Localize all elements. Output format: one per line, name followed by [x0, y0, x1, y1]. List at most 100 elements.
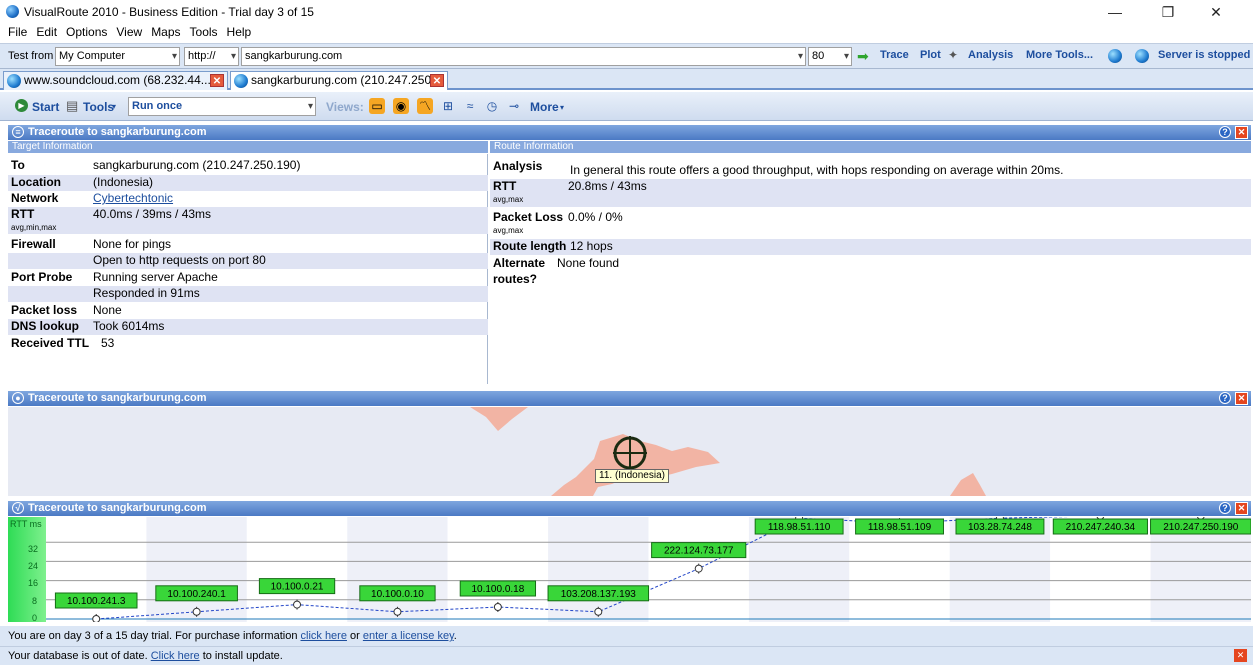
close-panel-icon[interactable]: ✕	[1235, 392, 1248, 405]
run-mode-value: Run once	[132, 100, 183, 112]
minimize-button[interactable]: —	[1095, 2, 1135, 22]
route-info: Analysis In general this route offers a …	[490, 154, 1251, 384]
or-text: or	[350, 630, 360, 642]
update-database-link[interactable]: Click here	[151, 650, 200, 662]
route-info-header: Route Information	[490, 141, 1251, 153]
view-map-icon[interactable]: ◉	[393, 98, 409, 114]
tab-sangkarburung[interactable]: sangkarburung.com (210.247.250.... ✕	[230, 71, 448, 90]
chevron-down-icon: ▾	[843, 51, 849, 62]
close-tab-icon[interactable]: ✕	[430, 74, 444, 87]
route-loss-sublabel: avg,max	[493, 226, 524, 235]
address-toolbar: Test from My Computer ▾ http:// ▾ sangkarb…	[0, 43, 1253, 69]
view-grid-icon[interactable]: ⊞	[440, 98, 456, 114]
view-clock-icon[interactable]: ◷	[484, 98, 500, 114]
menu-options[interactable]: Options	[60, 24, 110, 41]
network-link[interactable]: Cybertechtonic	[93, 191, 173, 206]
app-globe-icon	[6, 5, 19, 18]
trial-text: You are on day 3 of a 15 day trial. For …	[8, 630, 298, 642]
graph-panel-header: √ Traceroute to sangkarburung.com ? ✕	[8, 501, 1251, 516]
menu-help[interactable]: Help	[221, 24, 255, 41]
test-from-value: My Computer	[59, 50, 126, 62]
target-network-row: Network Cybertechtonic	[8, 191, 488, 207]
y-tick: 0	[32, 613, 38, 622]
port-select[interactable]: 80 ▾	[808, 47, 852, 66]
server-status[interactable]: Server is stopped	[1158, 49, 1250, 61]
map-marker-label: 11. (Indonesia)	[595, 469, 669, 483]
help-icon[interactable]: ?	[1219, 392, 1231, 404]
menu-edit[interactable]: Edit	[30, 24, 60, 41]
target-probe-row: Port Probe Running server Apache	[8, 270, 488, 286]
rtt-point	[92, 615, 101, 622]
test-from-label: Test from	[8, 50, 54, 62]
close-panel-icon[interactable]: ✕	[1235, 126, 1248, 139]
tab-row: www.soundcloud.com (68.232.44.... ✕ sang…	[0, 69, 1253, 90]
url-value: sangkarburung.com	[245, 50, 343, 62]
tab-label: sangkarburung.com (210.247.250....	[251, 73, 445, 87]
analysis-button[interactable]: Analysis	[968, 49, 1013, 61]
target-info: To sangkarburung.com (210.247.250.190) L…	[8, 154, 488, 384]
rtt-point	[393, 607, 402, 616]
restore-button[interactable]: ❐	[1148, 2, 1188, 22]
database-notice-bar: Your database is out of date. Click here…	[0, 647, 1253, 665]
rtt-axis-bar	[8, 517, 46, 622]
view-table-icon[interactable]: ▭	[369, 98, 385, 114]
firewall-label: Firewall	[11, 237, 56, 251]
route-alternate-row: Alternate routes? None found	[490, 256, 1251, 288]
license-key-link[interactable]: enter a license key	[363, 630, 454, 642]
menu-file[interactable]: File	[0, 24, 30, 41]
hop-label: 118.98.51.110	[768, 522, 831, 533]
globe-icon	[234, 74, 248, 88]
packet-loss-value: None	[93, 303, 122, 317]
to-value: sangkarburung.com (210.247.250.190)	[93, 158, 301, 172]
target-info-header: Target Information	[8, 141, 488, 153]
analysis-value: In general this route offers a good thro…	[570, 163, 1064, 177]
globe-icon: ●	[12, 392, 24, 404]
chevron-down-icon: ▾	[171, 51, 177, 62]
protocol-select[interactable]: http:// ▾	[184, 47, 239, 66]
route-map[interactable]: 11. (Indonesia)	[8, 407, 1251, 496]
window-title: VisualRoute 2010 - Business Edition - Tr…	[24, 5, 314, 19]
plot-button[interactable]: Plot	[920, 49, 941, 61]
globe-icon[interactable]	[1108, 49, 1122, 63]
tab-soundcloud[interactable]: www.soundcloud.com (68.232.44.... ✕	[3, 71, 228, 90]
menu-view[interactable]: View	[110, 24, 145, 41]
more-tools-button[interactable]: More Tools...	[1026, 49, 1093, 61]
menu-maps[interactable]: Maps	[145, 24, 183, 41]
help-icon[interactable]: ?	[1219, 126, 1231, 138]
view-wave-icon[interactable]: ≈	[462, 98, 478, 114]
info-panel-header: ≡ Traceroute to sangkarburung.com ? ✕	[8, 125, 1251, 140]
test-from-select[interactable]: My Computer ▾	[55, 47, 180, 66]
analysis-icon: ✦	[948, 48, 959, 62]
chevron-down-icon: ▾	[230, 51, 236, 62]
purchase-link[interactable]: click here	[301, 630, 347, 642]
more-button[interactable]: More	[530, 100, 559, 114]
start-button[interactable]: Start	[32, 100, 59, 114]
hop-column-band	[146, 517, 247, 622]
help-icon[interactable]: ?	[1219, 502, 1231, 514]
menu-tools[interactable]: Tools	[184, 24, 221, 41]
landmass	[950, 473, 986, 496]
close-panel-icon[interactable]: ✕	[1235, 502, 1248, 515]
trace-button[interactable]: Trace	[880, 49, 909, 61]
close-notice-icon[interactable]: ✕	[1234, 649, 1247, 662]
title-bar: VisualRoute 2010 - Business Edition - Tr…	[0, 0, 1253, 24]
run-mode-select[interactable]: Run once ▾	[128, 97, 316, 116]
close-tab-icon[interactable]: ✕	[210, 74, 224, 87]
url-input[interactable]: sangkarburung.com ▾	[241, 47, 806, 66]
route-analysis-row: Analysis In general this route offers a …	[490, 159, 1251, 179]
hop-label: 210.247.240.34	[1066, 522, 1136, 533]
hop-label: 10.100.0.21	[271, 582, 324, 593]
packet-loss-label: Packet loss	[11, 303, 78, 317]
db-rest-text: to install update.	[202, 650, 283, 662]
hop-label: 210.247.250.190	[1163, 522, 1239, 533]
close-window-button[interactable]: ✕	[1196, 2, 1236, 22]
target-ttl-row: Received TTL 53	[8, 336, 488, 352]
map-panel-header: ● Traceroute to sangkarburung.com ? ✕	[8, 391, 1251, 406]
y-tick: 8	[32, 596, 38, 606]
view-route-icon[interactable]: ⊸	[506, 98, 522, 114]
hop-label: 222.124.73.177	[664, 546, 734, 557]
menu-bar: File Edit Options View Maps Tools Help	[0, 24, 1253, 41]
view-graph-icon[interactable]: 〽	[417, 98, 433, 114]
chevron-down-icon: ▾	[307, 101, 313, 112]
tools-button[interactable]: Tools	[83, 100, 114, 114]
